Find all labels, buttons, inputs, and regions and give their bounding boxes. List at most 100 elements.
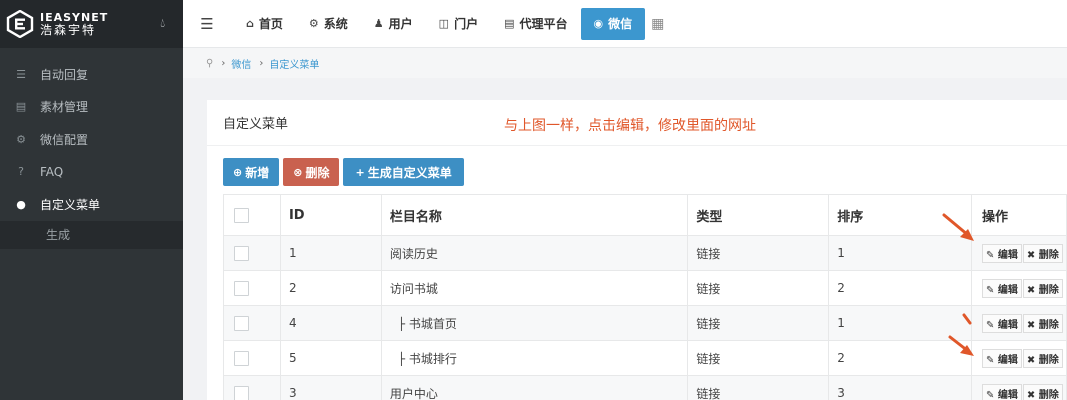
nav-user[interactable]: ♟ 用户 (361, 8, 426, 40)
table-row: 3 用户中心 链接 3 ✎ 编辑 ✖ 删除 (223, 375, 1067, 400)
edit-label: 编辑 (997, 354, 1018, 366)
cell-actions: ✎ 编辑 ✖ 删除 (971, 375, 1067, 400)
nav-wechat[interactable]: ◉ 微信 (580, 7, 646, 40)
nav-label: 系统 (323, 17, 348, 31)
add-button[interactable]: ⊕ 新增 (223, 158, 280, 186)
checkbox[interactable] (234, 315, 249, 331)
sidebar-item-faq[interactable]: ? FAQ (0, 156, 183, 189)
brand-text: IEASYNET 浩森宇特 (40, 11, 108, 37)
nav-label: 门户 (454, 17, 479, 31)
row-delete-button[interactable]: ✖ 删除 (1022, 278, 1063, 298)
nav-label: 代理平台 (519, 17, 568, 31)
sidebar-subitem-generate[interactable]: 生成 (0, 220, 183, 249)
nav-label: 用户 (388, 17, 413, 31)
row-delete-button[interactable]: ✖ 删除 (1022, 383, 1063, 400)
delete-label: 删除 (1038, 354, 1059, 366)
delete-button[interactable]: ⊗ 删除 (283, 158, 340, 186)
plus-circle-icon: ⊕ (233, 165, 243, 179)
cell-type: 链接 (687, 305, 830, 341)
grid-icon[interactable]: ▦ (651, 16, 664, 32)
cogs-icon: ⚙ (16, 132, 26, 146)
cell-type: 链接 (687, 340, 830, 376)
cell-type: 链接 (687, 235, 830, 271)
times-circle-icon: ⊗ (293, 165, 303, 179)
breadcrumb: ⚲ › 微信 › 自定义菜单 (183, 48, 1067, 78)
sidebar-item-auto-reply[interactable]: ☰ 自动回复 (0, 58, 183, 91)
cell-sort: 3 (828, 375, 973, 400)
close-icon: ✖ (1026, 389, 1036, 400)
nav-portal[interactable]: ◫ 门户 (426, 8, 491, 40)
portal-icon: ◫ (438, 17, 450, 30)
checkbox[interactable] (234, 385, 249, 400)
menu-toggle-icon[interactable]: ☰ (193, 15, 221, 33)
delete-button-label: 删除 (305, 165, 330, 180)
delete-label: 删除 (1038, 389, 1059, 400)
edit-label: 编辑 (997, 249, 1018, 261)
toolbar: ⊕ 新增 ⊗ 删除 + 生成自定义菜单 (223, 158, 468, 186)
sidebar: IEASYNET 浩森宇特 💧︎ ☰ 自动回复 ▤ 素材管理 ⚙ 微信配置 ? … (0, 0, 183, 400)
sidebar-item-label: 素材管理 (40, 100, 89, 115)
nav-label: 微信 (608, 17, 633, 31)
home-icon: ⌂ (246, 17, 254, 30)
close-icon: ✖ (1026, 319, 1036, 331)
row-delete-button[interactable]: ✖ 删除 (1022, 313, 1063, 333)
delete-label: 删除 (1038, 319, 1059, 331)
annotation-arrows (942, 213, 974, 356)
cell-name: 访问书城 (380, 270, 689, 306)
sidebar-item-label: 自定义菜单 (40, 197, 101, 212)
close-icon: ✖ (1026, 284, 1036, 296)
sidebar-item-label: 微信配置 (40, 132, 89, 147)
droplet-icon[interactable]: 💧︎ (160, 16, 165, 31)
checkbox[interactable] (234, 207, 249, 223)
user-circle-icon: ● (16, 197, 26, 211)
nav-home[interactable]: ⌂ 首页 (233, 8, 296, 40)
list-icon: ☰ (16, 67, 26, 81)
top-nav: ☰ ⌂ 首页 ⚙ 系统 ♟ 用户 ◫ 门户 ▤ 代理平台 ◉ 微信 ▦ (183, 0, 1067, 48)
sidebar-item-label: 自动回复 (40, 67, 89, 82)
generate-button-label: 生成自定义菜单 (367, 165, 452, 180)
delete-label: 删除 (1038, 249, 1059, 261)
sidebar-item-materials[interactable]: ▤ 素材管理 (0, 91, 183, 124)
nav-system[interactable]: ⚙ 系统 (296, 8, 361, 40)
checkbox[interactable] (234, 280, 249, 296)
edit-label: 编辑 (997, 389, 1018, 400)
breadcrumb-custom-menu[interactable]: 自定义菜单 (269, 56, 319, 71)
brand[interactable]: IEASYNET 浩森宇特 💧︎ (0, 0, 183, 48)
close-icon: ✖ (1026, 354, 1036, 366)
header-name: 栏目名称 (380, 194, 689, 236)
header-id: ID (279, 194, 382, 236)
nav-agent-platform[interactable]: ▤ 代理平台 (491, 8, 580, 40)
row-delete-button[interactable]: ✖ 删除 (1022, 348, 1063, 368)
header-type: 类型 (687, 194, 830, 236)
sidebar-item-label: FAQ (40, 164, 64, 179)
checkbox[interactable] (234, 245, 249, 261)
cell-name: 用户中心 (380, 375, 689, 400)
cell-type: 链接 (687, 270, 830, 306)
wechat-icon: ◉ (593, 17, 604, 30)
cell-type: 链接 (687, 375, 830, 400)
cell-id: 5 (279, 340, 382, 376)
file-icon: ▤ (15, 100, 27, 114)
chevron-right-icon: › (259, 57, 264, 69)
location-icon: ⚲ (206, 57, 214, 69)
breadcrumb-wechat[interactable]: 微信 (231, 56, 251, 71)
delete-label: 删除 (1038, 284, 1059, 296)
edit-button[interactable]: ✎ 编辑 (982, 383, 1022, 400)
brand-logo-icon (6, 10, 34, 38)
nav-label: 首页 (258, 17, 283, 31)
cell-name: 阅读历史 (380, 235, 689, 271)
pencil-icon: ✎ (986, 389, 995, 400)
user-icon: ♟ (373, 17, 384, 30)
edit-label: 编辑 (997, 319, 1018, 331)
row-delete-button[interactable]: ✖ 删除 (1022, 243, 1063, 263)
generate-menu-button[interactable]: + 生成自定义菜单 (343, 158, 464, 186)
header-select-all[interactable] (223, 194, 281, 236)
cell-name: ├ 书城排行 (380, 340, 689, 376)
plus-icon: + (355, 165, 365, 179)
gear-icon: ⚙ (308, 17, 319, 30)
annotation-text: 与上图一样，点击编辑，修改里面的网址 (504, 118, 756, 134)
checkbox[interactable] (234, 350, 249, 366)
sidebar-item-custom-menu[interactable]: ● 自定义菜单 (0, 188, 183, 221)
sidebar-item-wechat-config[interactable]: ⚙ 微信配置 (0, 123, 183, 156)
question-icon: ? (18, 165, 24, 179)
